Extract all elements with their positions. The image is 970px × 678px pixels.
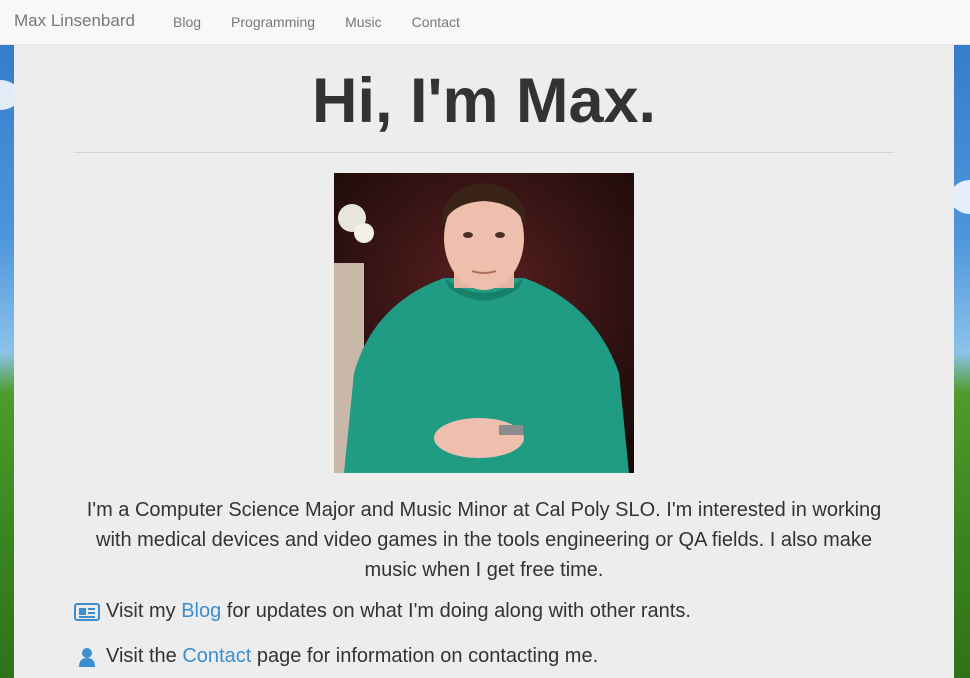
nav-menu: Blog Programming Music Contact — [158, 0, 475, 44]
contact-line-suffix: page for information on contacting me. — [251, 645, 599, 667]
title-divider — [74, 152, 894, 153]
user-icon — [74, 647, 100, 667]
contact-line: Visit the Contact page for information o… — [74, 645, 598, 668]
profile-photo — [334, 173, 634, 473]
blog-line-prefix: Visit my — [106, 600, 182, 622]
main-container: Hi, I'm Max. I'm a Computer Science Majo… — [14, 45, 954, 678]
page-title: Hi, I'm Max. — [311, 66, 657, 136]
contact-link[interactable]: Contact — [182, 645, 251, 668]
nav-item-programming[interactable]: Programming — [216, 14, 330, 30]
nav-item-music[interactable]: Music — [330, 14, 397, 30]
nav-item-blog[interactable]: Blog — [158, 14, 216, 30]
blog-line: Visit my Blog for updates on what I'm do… — [74, 600, 691, 623]
profile-photo-illustration — [334, 173, 634, 473]
nav-item-contact[interactable]: Contact — [397, 14, 475, 30]
intro-paragraph: I'm a Computer Science Major and Music M… — [86, 499, 882, 581]
contact-line-prefix: Visit the — [106, 645, 183, 667]
top-navbar: Max Linsenbard Blog Programming Music Co… — [0, 0, 970, 45]
brand-link[interactable]: Max Linsenbard — [14, 11, 135, 31]
newspaper-icon — [74, 602, 100, 622]
blog-line-suffix: for updates on what I'm doing along with… — [221, 600, 691, 622]
blog-link[interactable]: Blog — [181, 600, 221, 623]
